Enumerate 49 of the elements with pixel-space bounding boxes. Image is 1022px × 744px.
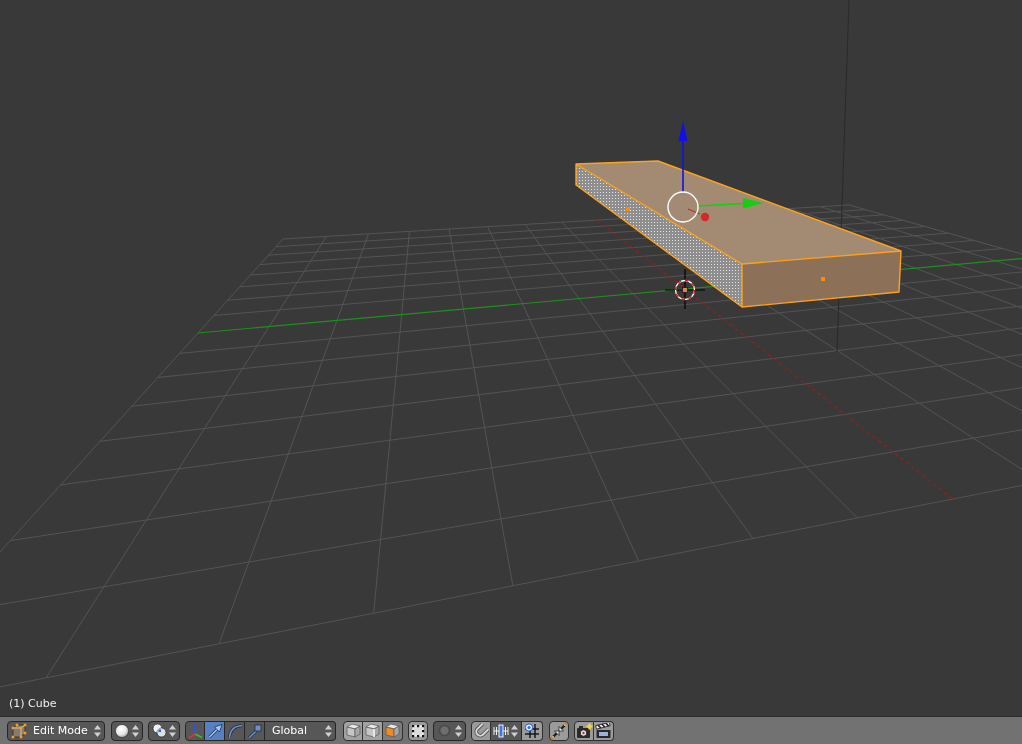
box-mesh[interactable] (575, 160, 902, 308)
cube-icon (345, 723, 361, 738)
updown-arrows-icon (94, 724, 101, 737)
shading-dropdown[interactable] (111, 720, 143, 741)
updown-arrows-icon (455, 724, 462, 737)
up-arrow[interactable] (678, 121, 688, 193)
edge-select-button[interactable] (363, 720, 383, 741)
rotate-toggle[interactable] (225, 720, 245, 741)
scale-handle-icon (246, 722, 263, 739)
snap-project-button[interactable] (549, 720, 569, 741)
updown-arrows-icon (132, 724, 139, 737)
proportional-dropdown[interactable] (433, 720, 466, 741)
snap-target-button[interactable] (522, 720, 543, 741)
circle-icon (438, 724, 451, 737)
vertex-select-button[interactable] (343, 720, 363, 741)
translate-toggle[interactable] (205, 720, 225, 741)
snap-bars-icon (493, 723, 509, 738)
occlude-toggle[interactable] (408, 720, 428, 741)
gizmo-ring[interactable] (667, 191, 699, 223)
mode-dropdown[interactable]: Edit Mode (7, 720, 105, 741)
sphere-icon (115, 723, 129, 738)
cube-edge-icon (365, 723, 380, 738)
scale-toggle[interactable] (245, 720, 265, 741)
render-image-button[interactable] (574, 720, 594, 741)
updown-arrows-icon (325, 724, 332, 737)
magnet-icon (473, 722, 489, 739)
orientation-dropdown[interactable]: Global (265, 720, 336, 741)
pivot-dropdown[interactable] (148, 720, 180, 741)
clapperboard-icon (595, 722, 612, 739)
circles-icon (152, 723, 167, 738)
arrow-icon (206, 722, 223, 739)
axes-icon (187, 722, 203, 739)
cube-icon (11, 722, 27, 739)
updown-arrows-icon (511, 724, 518, 737)
manipulator-toggle[interactable] (185, 720, 205, 741)
snap-element-dropdown[interactable] (491, 720, 522, 741)
front-arrow[interactable] (687, 208, 710, 222)
camera-icon (575, 722, 593, 739)
face-select-button[interactable] (383, 720, 403, 741)
updown-arrows-icon (169, 724, 176, 737)
cube-face-icon (385, 723, 400, 738)
crosshair-cursor[interactable] (664, 268, 706, 310)
object-label: (1) Cube (9, 697, 57, 710)
render-animation-button[interactable] (594, 720, 614, 741)
snap-toggle[interactable] (471, 720, 491, 741)
grid-target-icon (524, 722, 540, 739)
dotted-square-icon (410, 722, 426, 739)
converging-arrows-icon (551, 722, 567, 739)
arc-icon (226, 722, 243, 739)
